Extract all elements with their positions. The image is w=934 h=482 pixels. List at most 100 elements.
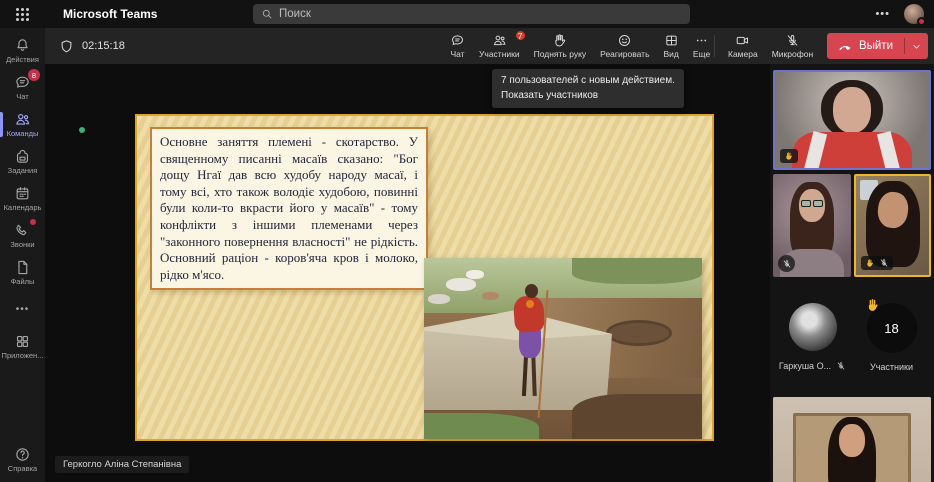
participants-button[interactable]: 7 Участники — [472, 28, 527, 64]
raised-hand-badge — [780, 149, 798, 163]
topbar: Microsoft Teams ••• — [0, 0, 934, 28]
photo-grass-foot — [424, 413, 539, 439]
photo-cow — [446, 278, 476, 291]
hand-and-mic-badge — [861, 256, 893, 270]
sidebar-item-label: Файлы — [11, 277, 35, 286]
leave-options-chevron[interactable] — [905, 33, 928, 59]
teams-app-window: Microsoft Teams ••• Действия 8 Чат Коман… — [0, 0, 934, 482]
busy-status-badge — [917, 17, 926, 26]
mic-muted-icon — [836, 361, 846, 371]
calendar-icon — [14, 185, 31, 202]
sidebar-item-label: Звонки — [10, 240, 34, 249]
ellipsis-icon — [694, 33, 709, 48]
photo-mud — [572, 394, 702, 439]
hangup-icon — [838, 39, 853, 54]
raise-hand-button[interactable]: Поднять руку — [527, 28, 594, 64]
participant-jacket — [792, 132, 912, 170]
user-avatar[interactable] — [904, 4, 924, 24]
search-box[interactable] — [253, 4, 690, 24]
sidebar-item-help[interactable]: Справка — [0, 441, 45, 478]
app-launcher-icon[interactable] — [0, 0, 45, 28]
search-input[interactable] — [279, 8, 682, 20]
photo-person-head — [525, 284, 538, 298]
participant-avatar-tile[interactable]: Гаркуша О... — [773, 303, 852, 391]
chat-button-label: Чат — [450, 49, 464, 59]
photo-trees — [572, 258, 702, 284]
sidebar-item-label: Справка — [8, 464, 37, 473]
sidebar-item-more[interactable]: ••• — [0, 291, 45, 328]
help-icon — [14, 446, 31, 463]
photo-cow — [482, 292, 499, 300]
chat-bubble-icon — [450, 33, 465, 48]
meeting-info: 02:15:18 — [59, 39, 125, 54]
muted-mic-badge — [778, 255, 795, 272]
participant-avatar-row: Гаркуша О... 18 Участники — [773, 303, 931, 391]
sidebar-item-calendar[interactable]: Календарь — [0, 180, 45, 217]
participant-video-tile-2[interactable] — [773, 174, 851, 277]
more-actions-button[interactable]: Еще — [686, 28, 717, 64]
shield-icon — [59, 39, 74, 54]
maasai-photo — [424, 258, 702, 439]
react-button[interactable]: Реагировать — [593, 28, 656, 64]
participants-overflow-tile[interactable]: 18 Участники — [852, 303, 931, 391]
teams-icon — [14, 111, 31, 128]
overflow-label: Участники — [870, 362, 913, 372]
people-icon — [492, 33, 507, 48]
search-icon — [261, 8, 273, 20]
slide-text-box: Основне заняття племені - скотарство. У … — [150, 127, 428, 290]
participant-face — [839, 424, 865, 457]
grid-view-icon — [664, 33, 679, 48]
participants-badge: 7 — [515, 30, 526, 41]
shared-presentation-slide[interactable]: Основне заняття племені - скотарство. У … — [135, 114, 714, 441]
overflow-count: 18 — [884, 321, 898, 336]
tooltip-line-2: Показать участников — [501, 89, 675, 104]
meeting-stage: Основне заняття племені - скотарство. У … — [45, 64, 770, 482]
waffle-grid-icon — [16, 8, 29, 21]
sidebar-item-chat[interactable]: 8 Чат — [0, 69, 45, 106]
leave-button-label: Выйти — [859, 40, 893, 52]
mic-muted-icon — [782, 259, 792, 269]
participant-video-tile-3[interactable] — [854, 174, 931, 277]
photo-cow — [428, 294, 450, 304]
raised-hand-icon — [865, 258, 875, 268]
raised-hand-icon — [865, 297, 881, 313]
mic-button[interactable]: Микрофон — [765, 28, 820, 64]
mic-muted-icon — [879, 258, 889, 268]
photo-well-ring — [606, 320, 672, 346]
meeting-timer: 02:15:18 — [82, 40, 125, 52]
leave-button[interactable]: Выйти — [827, 33, 928, 59]
sidebar-item-label: Чат — [16, 92, 28, 101]
sidebar-item-assignments[interactable]: Задания — [0, 143, 45, 180]
sidebar-item-label: Задания — [8, 166, 38, 175]
photo-person-beads — [526, 300, 534, 308]
file-icon — [14, 259, 31, 276]
participants-button-label: Участники — [479, 49, 520, 59]
participant-avatar — [789, 303, 837, 351]
chat-button[interactable]: Чат — [443, 28, 472, 64]
chevron-down-icon — [911, 41, 922, 52]
raise-hand-button-label: Поднять руку — [534, 49, 587, 59]
sidebar-item-activity[interactable]: Действия — [0, 32, 45, 69]
view-button[interactable]: Вид — [657, 28, 686, 64]
participant-video-tile-1[interactable] — [773, 70, 931, 170]
sidebar-item-calls[interactable]: Звонки — [0, 217, 45, 254]
chat-badge: 8 — [28, 69, 40, 81]
sidebar-item-apps[interactable]: Приложен... — [0, 328, 45, 365]
view-button-label: Вид — [664, 49, 679, 59]
sidebar-item-label: Команды — [7, 129, 39, 138]
sidebar-item-label: Приложен... — [2, 351, 44, 360]
sidebar-item-files[interactable]: Файлы — [0, 254, 45, 291]
leave-button-main[interactable]: Выйти — [827, 33, 904, 59]
participant-video-tile-4[interactable] — [773, 397, 931, 482]
topbar-more-button[interactable]: ••• — [875, 8, 890, 20]
app-sidebar: Действия 8 Чат Команды Задания Календарь… — [0, 28, 45, 482]
sidebar-item-teams[interactable]: Команды — [0, 106, 45, 143]
presenter-name-label: Геркогло Аліна Степанівна — [55, 456, 189, 473]
camera-button-label: Камера — [728, 49, 758, 59]
apps-icon — [14, 333, 31, 350]
backpack-icon — [14, 148, 31, 165]
participants-overflow-circle[interactable]: 18 — [867, 303, 917, 353]
photo-cow — [466, 270, 484, 279]
camera-icon — [735, 33, 750, 48]
camera-button[interactable]: Камера — [721, 28, 765, 64]
